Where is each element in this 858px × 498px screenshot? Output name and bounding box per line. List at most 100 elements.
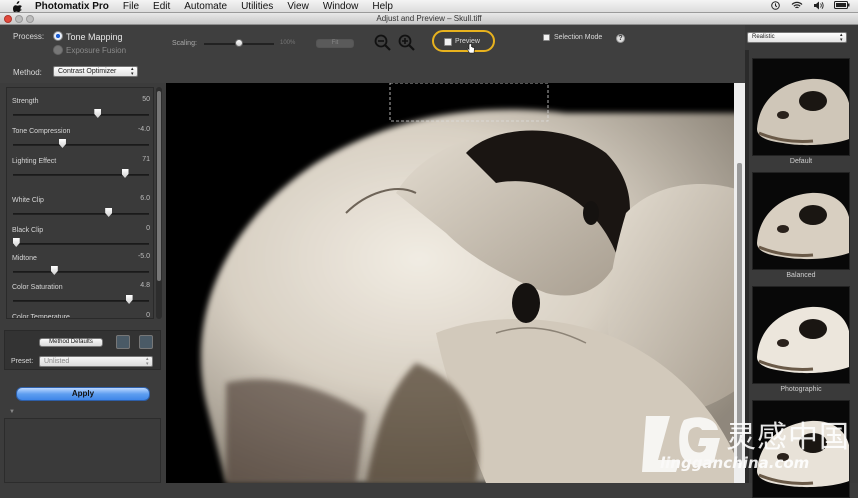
scaling-label: Scaling:: [172, 40, 197, 47]
slider-value: 4.8: [140, 282, 150, 289]
window-title: Adjust and Preview – Skull.tiff: [376, 14, 482, 23]
menu-window[interactable]: Window: [323, 1, 359, 12]
slider-label: Midtone: [12, 255, 37, 262]
selection-mode-label[interactable]: Selection Mode: [554, 34, 602, 41]
left-settings-panel: Strength 50 Tone Compression -4.0 Lighting E…: [0, 83, 166, 483]
preset-thumbnail[interactable]: [752, 286, 850, 384]
slider-row-midtone: Midtone -5.0: [7, 247, 153, 275]
tone-mapping-label[interactable]: Tone Mapping: [66, 32, 123, 42]
slider-track[interactable]: [13, 243, 149, 245]
undo-settings-icon[interactable]: [116, 335, 130, 349]
top-toolbar: Process: Tone Mapping Exposure Fusion Me…: [0, 25, 745, 83]
menu-file[interactable]: File: [123, 1, 139, 12]
skull-thumbnail-image: [753, 59, 849, 155]
slider-track[interactable]: [13, 114, 149, 116]
method-defaults-label: Method Defaults: [49, 339, 93, 345]
menu-utilities[interactable]: Utilities: [241, 1, 273, 12]
time-machine-icon[interactable]: [770, 0, 781, 13]
slider-label: Color Temperature: [12, 314, 70, 319]
tone-mapping-radio[interactable]: [53, 31, 63, 41]
slider-track[interactable]: [13, 213, 149, 215]
slider-row-color-temperature: Color Temperature 0: [7, 306, 153, 319]
watermark-chinese-text: 灵感中国: [726, 420, 850, 455]
volume-icon[interactable]: [813, 1, 824, 13]
redo-settings-icon[interactable]: [139, 335, 153, 349]
preset-select[interactable]: Unlisted: [39, 356, 153, 367]
method-defaults-button[interactable]: Method Defaults: [39, 338, 103, 347]
slider-track[interactable]: [13, 271, 149, 273]
menu-help[interactable]: Help: [372, 1, 393, 12]
slider-row-white-clip: White Clip 6.0: [7, 189, 153, 217]
fit-button[interactable]: Fit: [316, 39, 354, 48]
slider-track[interactable]: [13, 174, 149, 176]
scaling-slider-knob[interactable]: [235, 39, 243, 47]
slider-row-lighting-effect: Lighting Effect 71: [7, 150, 153, 178]
help-button[interactable]: ?: [616, 34, 625, 43]
disclosure-triangle-icon[interactable]: ▼: [9, 409, 15, 415]
slider-value: -5.0: [137, 253, 150, 260]
sliders-scrollbar[interactable]: [156, 87, 162, 319]
method-defaults-box: Method Defaults Preset: Unlisted: [4, 330, 161, 370]
preset-thumbnail[interactable]: [752, 172, 850, 270]
battery-icon[interactable]: [834, 1, 850, 12]
process-label: Process:: [13, 32, 45, 41]
zoom-window-button[interactable]: [26, 15, 34, 23]
window-titlebar: Adjust and Preview – Skull.tiff: [0, 13, 858, 25]
slider-label: Lighting Effect: [12, 158, 57, 165]
menu-automate[interactable]: Automate: [184, 1, 227, 12]
slider-label: White Clip: [12, 197, 44, 204]
slider-value: 0: [146, 225, 150, 232]
menu-edit[interactable]: Edit: [153, 1, 170, 12]
apple-icon[interactable]: [11, 0, 23, 12]
zoom-out-icon[interactable]: [374, 34, 391, 56]
method-value: Contrast Optimizer: [58, 68, 117, 75]
slider-knob[interactable]: [12, 238, 20, 247]
slider-label: Black Clip: [12, 227, 44, 234]
method-label: Method:: [13, 68, 42, 77]
close-window-button[interactable]: [4, 15, 12, 23]
slider-value: 71: [142, 156, 150, 163]
menu-bar: Photomatix Pro File Edit Automate Utilit…: [0, 0, 858, 13]
thumbnail-caption: Photographic: [780, 386, 822, 393]
slider-value: 50: [142, 96, 150, 103]
slider-row-tone-compression: Tone Compression -4.0: [7, 120, 153, 148]
exposure-fusion-label[interactable]: Exposure Fusion: [66, 46, 126, 55]
apply-button[interactable]: Apply: [16, 387, 150, 401]
sliders-scroll-thumb[interactable]: [157, 91, 161, 281]
wifi-icon[interactable]: [791, 1, 803, 13]
zoom-in-icon[interactable]: [398, 34, 415, 56]
slider-track[interactable]: [13, 144, 149, 146]
minimize-window-button[interactable]: [15, 15, 23, 23]
watermark-url: lingganchina.com: [660, 454, 810, 472]
slider-knob[interactable]: [94, 109, 102, 118]
slider-knob[interactable]: [121, 169, 129, 178]
slider-label: Strength: [12, 98, 39, 105]
preset-value: Unlisted: [44, 358, 70, 365]
scaling-value: 100%: [280, 40, 296, 46]
preview-checkbox[interactable]: [444, 38, 452, 46]
info-box: [4, 418, 161, 483]
thumbnail-caption: Default: [789, 158, 813, 165]
selection-mode-checkbox[interactable]: [543, 34, 550, 41]
thumbnail-style-select[interactable]: Realistic: [747, 32, 847, 43]
slider-label: Color Saturation: [12, 284, 63, 291]
slider-value: 0: [146, 312, 150, 319]
slider-label: Tone Compression: [12, 128, 71, 135]
slider-value: -4.0: [137, 126, 150, 133]
skull-thumbnail-image: [753, 287, 849, 383]
slider-row-black-clip: Black Clip 0: [7, 219, 153, 247]
slider-knob[interactable]: [58, 139, 66, 148]
menu-view[interactable]: View: [287, 1, 309, 12]
app-menu[interactable]: Photomatix Pro: [35, 1, 109, 12]
watermark-logo: 灵感中国 lingganchina.com: [640, 410, 850, 480]
exposure-fusion-radio[interactable]: [53, 45, 63, 55]
slider-row-color-saturation: Color Saturation 4.8: [7, 276, 153, 304]
preset-thumbnail[interactable]: [752, 58, 850, 156]
apply-label: Apply: [71, 389, 95, 398]
method-select[interactable]: Contrast Optimizer: [53, 66, 138, 77]
slider-knob[interactable]: [105, 208, 113, 217]
slider-knob[interactable]: [125, 295, 133, 304]
preset-label: Preset:: [11, 358, 34, 365]
tone-mapping-sliders: Strength 50 Tone Compression -4.0 Lighting E…: [6, 87, 154, 319]
slider-knob[interactable]: [50, 266, 58, 275]
